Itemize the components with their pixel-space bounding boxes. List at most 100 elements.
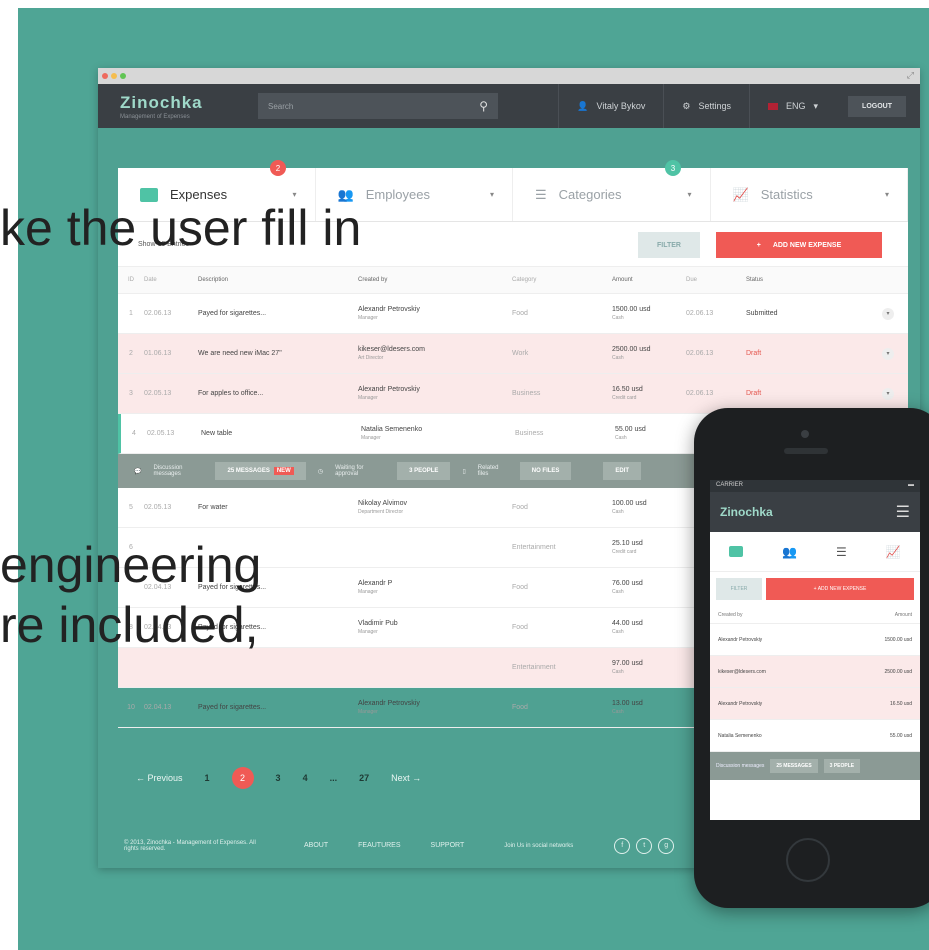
prev-page-link[interactable]: ← Previous xyxy=(136,773,183,783)
cell-id: 5 xyxy=(129,504,133,511)
user-name: Vitaly Bykov xyxy=(596,101,646,111)
phone-col-created[interactable]: Created by xyxy=(718,612,742,618)
phone-list-item[interactable]: Alexandr Petrovskiy 16.50 usd xyxy=(710,688,920,720)
tab-label: Employees xyxy=(365,187,430,202)
phone-add-button[interactable]: + ADD NEW EXPENSE xyxy=(766,578,914,600)
chart-icon[interactable]: 📈 xyxy=(886,545,901,559)
phone-col-amount[interactable]: Amount xyxy=(895,612,912,618)
tab-statistics[interactable]: 📈 Statistics ▾ xyxy=(711,168,908,221)
col-category[interactable]: Category xyxy=(512,277,612,283)
phone-header: Zinochka ☰ xyxy=(710,492,920,532)
cell-status: Submitted xyxy=(746,310,778,317)
amount-value: 13.00 usd xyxy=(612,700,643,707)
googleplus-icon[interactable]: g xyxy=(658,837,675,854)
minimize-dot-icon[interactable] xyxy=(111,73,117,79)
creator-name: Natalia Semenenko xyxy=(361,426,423,433)
phone-discussion-label: Discussion messages xyxy=(716,763,765,769)
amount-value: 44.00 usd xyxy=(612,620,643,627)
people-button[interactable]: 3 PEOPLE xyxy=(397,462,451,480)
search-icon[interactable]: ⚲ xyxy=(479,99,488,113)
carrier-label: CARRIER xyxy=(716,482,744,488)
phone-list-item[interactable]: kikeser@ldesers.com 2500.00 usd xyxy=(710,656,920,688)
files-label: Related files xyxy=(477,465,499,477)
add-expense-button[interactable]: + ADD NEW EXPENSE xyxy=(716,232,882,258)
logo[interactable]: Zinochka Management of Expenses xyxy=(98,93,258,120)
phone-filter-button[interactable]: FILTER xyxy=(716,578,762,600)
col-amount[interactable]: Amount xyxy=(612,277,686,283)
col-status[interactable]: Status xyxy=(746,277,816,283)
cell-description: New table xyxy=(201,430,233,437)
phone-list-item[interactable]: Natalia Semenenko 55.00 usd xyxy=(710,720,920,752)
language-label: ENG xyxy=(786,101,806,111)
gear-icon: ⚙ xyxy=(682,100,691,111)
settings-button[interactable]: ⚙ Settings xyxy=(663,84,749,128)
payment-method: Cash xyxy=(612,509,624,515)
users-icon[interactable]: 👥 xyxy=(782,545,797,559)
table-row[interactable]: 1 02.06.13 Payed for sigarettes... Alexandr… xyxy=(118,294,908,334)
col-created-by[interactable]: Created by xyxy=(358,277,512,283)
tab-categories[interactable]: ☰ Categories ▾ 3 xyxy=(513,160,711,221)
edit-button[interactable]: EDIT xyxy=(603,462,642,480)
chevron-down-icon: ▾ xyxy=(687,190,692,199)
page-link[interactable]: 27 xyxy=(359,773,369,783)
files-button[interactable]: NO FILES xyxy=(519,462,572,480)
row-expand-icon[interactable]: ▾ xyxy=(882,347,894,360)
footer-link-support[interactable]: SUPPORT xyxy=(431,842,465,849)
phone-creator-name: kikeser@ldesers.com xyxy=(718,668,766,675)
next-label: Next xyxy=(391,773,410,783)
next-page-link[interactable]: Next → xyxy=(391,773,421,783)
phone-detail-bar: Discussion messages 25 MESSAGES 3 PEOPLE xyxy=(710,752,920,780)
cell-description: We are need new iMac 27" xyxy=(198,350,282,357)
language-select[interactable]: ENG ▾ xyxy=(749,84,836,128)
col-date[interactable]: Date xyxy=(144,277,198,283)
hamburger-menu-icon[interactable]: ☰ xyxy=(896,502,910,522)
page-link[interactable]: 3 xyxy=(276,773,281,783)
cell-amount: 76.00 usd Cash xyxy=(612,580,686,595)
chat-icon: 💬 xyxy=(134,468,142,475)
row-expand-icon[interactable]: ▾ xyxy=(882,387,894,400)
cell-status: Draft xyxy=(746,350,762,357)
col-description[interactable]: Description xyxy=(198,277,358,283)
payment-method: Cash xyxy=(612,315,624,321)
page-current[interactable]: 2 xyxy=(231,767,254,789)
search-input[interactable]: Search ⚲ xyxy=(258,93,498,119)
twitter-icon[interactable]: t xyxy=(636,837,653,854)
col-id[interactable]: ID xyxy=(118,277,144,283)
cell-category: Food xyxy=(512,704,528,711)
wallet-icon[interactable] xyxy=(729,546,744,557)
messages-button[interactable]: 25 MESSAGES NEW xyxy=(215,462,306,480)
list-icon[interactable]: ☰ xyxy=(836,545,847,559)
fullscreen-icon[interactable]: ⤢ xyxy=(907,70,914,81)
page-link[interactable]: 1 xyxy=(205,773,210,783)
cell-date: 02.06.13 xyxy=(144,310,172,317)
page-link[interactable]: 4 xyxy=(303,773,308,783)
logout-button[interactable]: LOGOUT xyxy=(848,95,906,117)
facebook-icon[interactable]: f xyxy=(614,837,631,854)
filter-button[interactable]: FILTER xyxy=(638,232,700,258)
user-menu[interactable]: 👤 Vitaly Bykov xyxy=(558,84,663,128)
phone-mockup: CARRIER ▬ Zinochka ☰ 👥 ☰ 📈 FILTER + ADD … xyxy=(694,408,929,908)
cell-date: 02.04.13 xyxy=(144,704,172,711)
phone-logo[interactable]: Zinochka xyxy=(720,505,773,519)
footer-link-features[interactable]: FEAUTURES xyxy=(358,842,400,849)
phone-people-button[interactable]: 3 PEOPLE xyxy=(823,759,861,773)
phone-list-item[interactable]: Alexandr Petrovskiy 1500.00 usd xyxy=(710,624,920,656)
window-titlebar: ⤢ xyxy=(98,68,920,84)
footer-link-about[interactable]: ABOUT xyxy=(304,842,328,849)
cell-amount: 2500.00 usd Cash xyxy=(612,346,686,361)
col-due[interactable]: Due xyxy=(686,277,746,283)
cell-amount: 55.00 usd Cash xyxy=(615,426,689,441)
phone-messages-button[interactable]: 25 MESSAGES xyxy=(770,759,818,773)
home-button[interactable] xyxy=(786,838,830,882)
add-expense-label: ADD NEW EXPENSE xyxy=(772,241,842,249)
phone-table-body: Alexandr Petrovskiy 1500.00 usd kikeser@ld… xyxy=(710,624,920,752)
cell-due: 02.06.13 xyxy=(686,350,714,357)
tab-label: Categories xyxy=(558,187,622,202)
cell-due: 02.06.13 xyxy=(686,310,714,317)
table-row[interactable]: 2 01.06.13 We are need new iMac 27" kikeser… xyxy=(118,334,908,374)
social-label: Join Us in social networks xyxy=(504,842,574,849)
maximize-dot-icon[interactable] xyxy=(120,73,126,79)
cell-amount: 13.00 usd Cash xyxy=(612,700,686,715)
row-expand-icon[interactable]: ▾ xyxy=(882,307,894,320)
close-dot-icon[interactable] xyxy=(102,73,108,79)
